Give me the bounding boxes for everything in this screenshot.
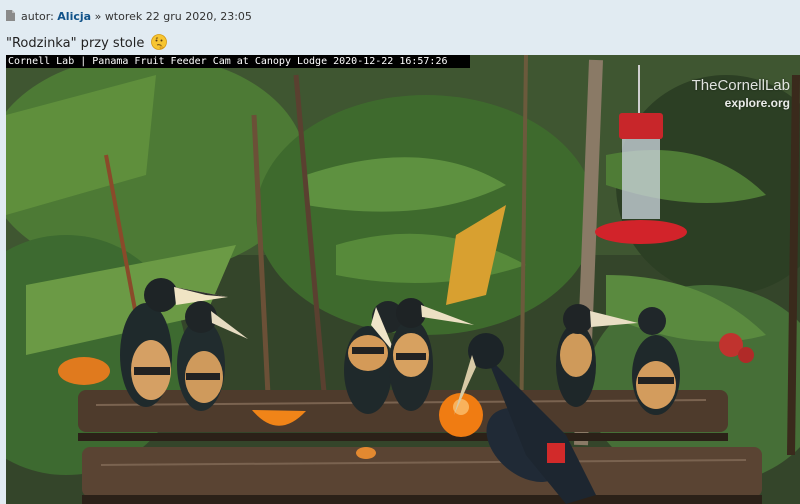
document-icon	[6, 10, 15, 21]
meta-separator: »	[94, 10, 102, 23]
camera-scene	[6, 55, 800, 504]
author-link[interactable]: Alicja	[57, 10, 91, 23]
post-content: "Rodzinka" przy stole	[6, 36, 145, 51]
brand-sub: explore.org	[724, 96, 790, 110]
author-prefix: autor:	[21, 10, 54, 23]
post-text: "Rodzinka" przy stole	[6, 34, 167, 53]
post-meta: autor: Alicja » wtorek 22 gru 2020, 23:0…	[6, 9, 252, 25]
cornell-lab-logo: TheCornellLab explore.org	[692, 77, 790, 110]
brand-name: TheCornellLab	[691, 77, 790, 94]
post-date: wtorek 22 gru 2020, 23:05	[104, 10, 252, 23]
thinking-emoji-icon	[150, 34, 167, 50]
camera-caption-bar: Cornell Lab | Panama Fruit Feeder Cam at…	[6, 55, 470, 68]
camera-image: Cornell Lab | Panama Fruit Feeder Cam at…	[6, 55, 800, 504]
